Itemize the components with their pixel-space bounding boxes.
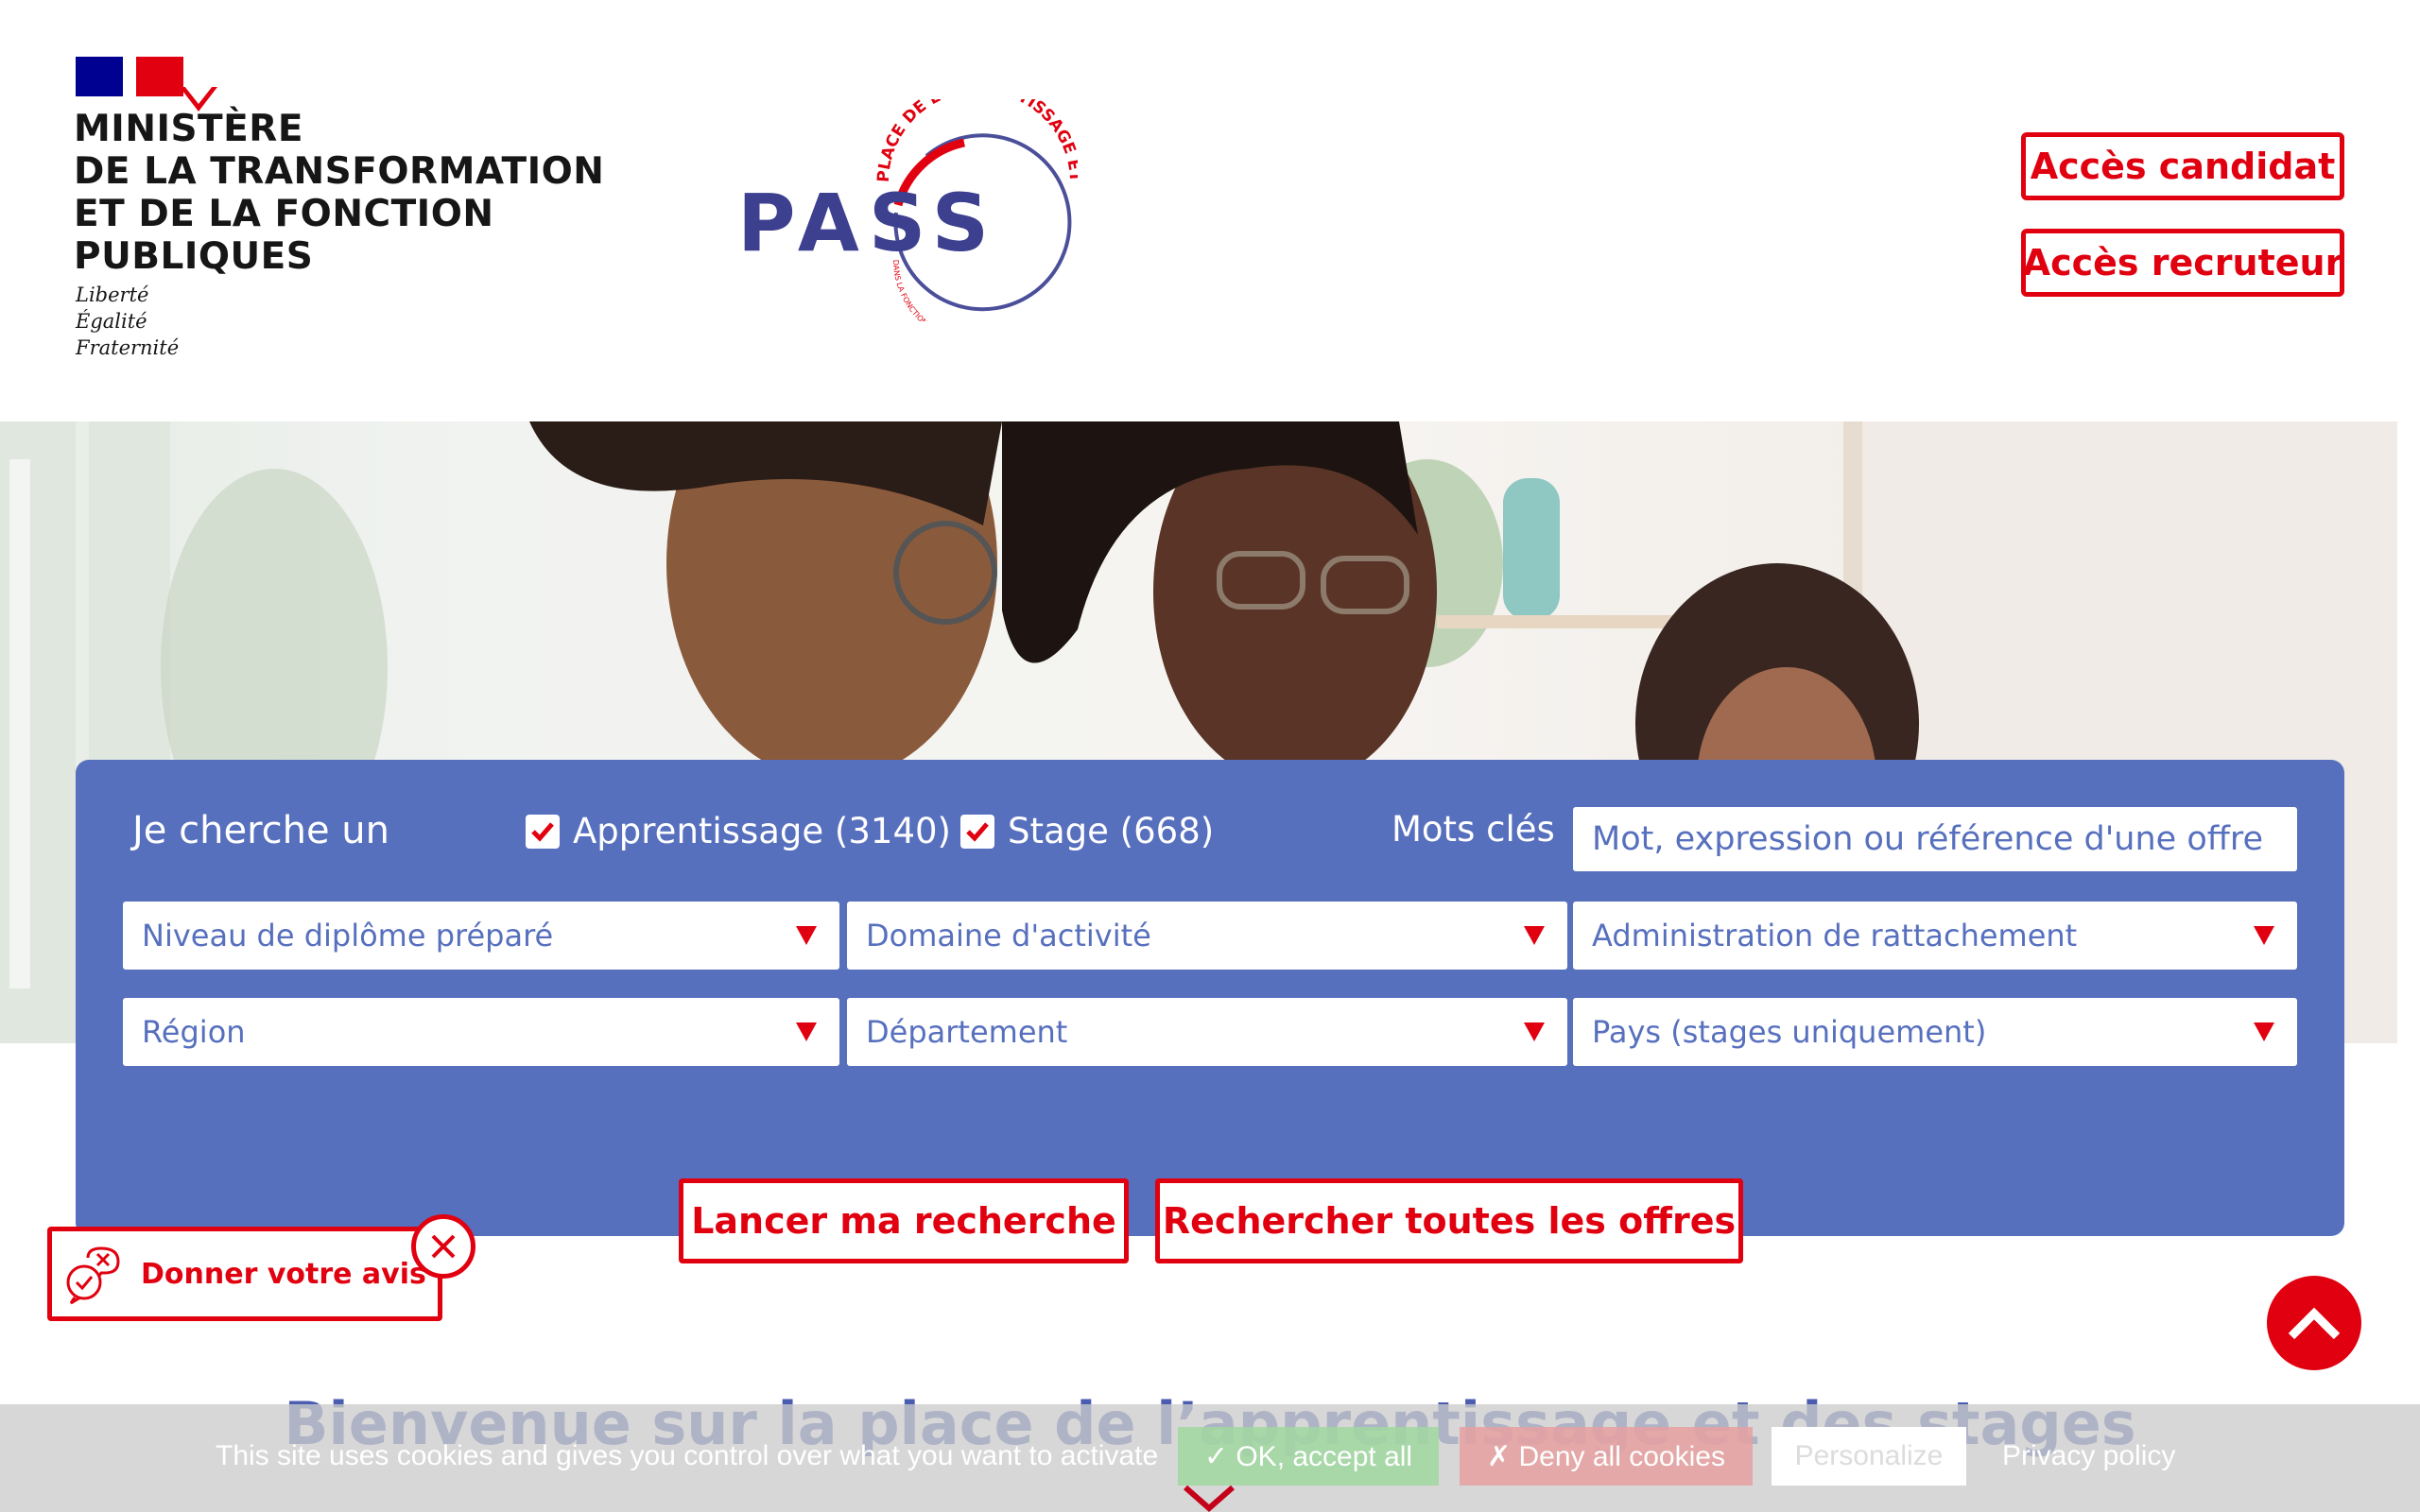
pass-logo[interactable]: PASS PLACE DE L'APPRENTISSAGE ET DES STA… [728,99,1078,321]
dropdown-arrow-icon [796,1022,817,1041]
privacy-policy-link[interactable]: Privacy policy [2002,1440,2175,1472]
country-select[interactable]: Pays (stages uniquement) [1573,998,2297,1066]
candidate-access-button[interactable]: Accès candidat [2021,132,2344,200]
country-select-label: Pays (stages uniquement) [1592,1014,1987,1050]
diploma-level-select[interactable]: Niveau de diplôme préparé [123,902,839,970]
administration-select[interactable]: Administration de rattachement [1573,902,2297,970]
activity-domain-select[interactable]: Domaine d'activité [847,902,1567,970]
checkbox-box[interactable] [960,814,994,849]
check-icon [531,821,554,842]
republic-motto: Liberté Égalité Fraternité [76,284,180,359]
feedback-close-button[interactable] [411,1214,475,1279]
pass-arc-text-top: PLACE DE L'APPRENTISSAGE ET DES STAGES [728,99,1078,183]
dropdown-arrow-icon [1524,1022,1545,1041]
dropdown-arrow-icon [2254,926,2274,945]
chevron-down-icon[interactable] [1180,1484,1238,1512]
recruiter-access-button[interactable]: Accès recruteur [2021,229,2344,297]
ministry-name: MINISTÈRE DE LA TRANSFORMATION ET DE LA … [74,108,605,278]
feedback-bubble[interactable]: Donner votre avis [47,1227,442,1321]
department-select-label: Département [866,1014,1068,1050]
department-select[interactable]: Département [847,998,1567,1066]
feedback-label: Donner votre avis [141,1258,426,1291]
dropdown-arrow-icon [796,926,817,945]
check-icon [966,821,989,842]
dropdown-arrow-icon [2254,1022,2274,1041]
launch-search-button[interactable]: Lancer ma recherche [679,1178,1129,1263]
cookie-accept-button[interactable]: ✓ OK, accept all [1178,1427,1439,1486]
checkbox-box[interactable] [526,814,560,849]
dropdown-arrow-icon [1524,926,1545,945]
feedback-chat-icon [66,1246,120,1305]
feedback-tail-inner [184,86,213,104]
republic-flag-icon [76,57,183,96]
internship-checkbox[interactable]: Stage (668) [960,811,1214,851]
search-panel: Je cherche un Apprentissage (3140) Stage… [76,760,2344,1236]
site-header: MINISTÈRE DE LA TRANSFORMATION ET DE LA … [0,0,2420,421]
activity-domain-select-label: Domaine d'activité [866,918,1151,954]
keywords-label: Mots clés [1392,809,1555,850]
search-intro-label: Je cherche un [132,809,390,852]
diploma-level-select-label: Niveau de diplôme préparé [142,918,554,954]
chevron-up-icon [2288,1307,2341,1340]
pass-wordmark: PASS [737,177,998,269]
administration-select-label: Administration de rattachement [1592,918,2078,954]
region-select[interactable]: Région [123,998,839,1066]
back-to-top-button[interactable] [2267,1276,2361,1370]
region-select-label: Région [142,1014,246,1050]
close-icon [431,1234,456,1259]
internship-label: Stage (668) [1008,811,1215,851]
search-all-offers-button[interactable]: Rechercher toutes les offres [1155,1178,1743,1263]
apprenticeship-label: Apprentissage (3140) [573,811,951,851]
cookie-personalize-button[interactable]: Personalize [1772,1427,1966,1486]
cookie-deny-button[interactable]: ✗ Deny all cookies [1460,1427,1753,1486]
apprenticeship-checkbox[interactable]: Apprentissage (3140) [526,811,951,851]
cookie-message: This site uses cookies and gives you con… [216,1440,1159,1471]
keywords-input[interactable] [1573,807,2297,871]
ministry-logo[interactable]: MINISTÈRE DE LA TRANSFORMATION ET DE LA … [74,55,641,367]
